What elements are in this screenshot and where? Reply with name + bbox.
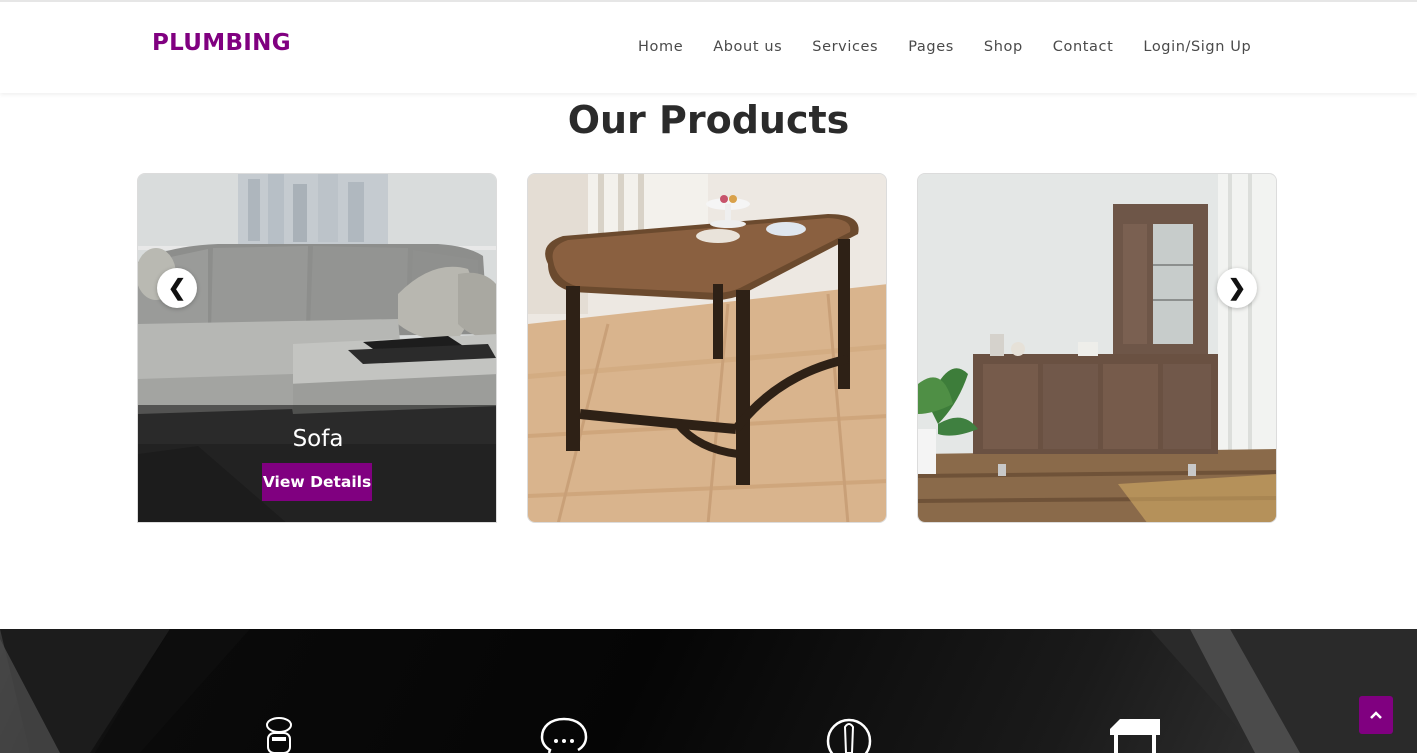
scroll-to-top-button[interactable] — [1359, 696, 1393, 734]
nav-services[interactable]: Services — [812, 39, 878, 55]
toilet-icon — [266, 717, 292, 753]
carousel-prev-button[interactable]: ❮ — [157, 268, 197, 308]
site-logo[interactable]: PLUMBING — [152, 30, 291, 56]
main-nav: Home About us Services Pages Shop Contac… — [638, 39, 1251, 55]
table-image — [528, 174, 886, 522]
nav-contact[interactable]: Contact — [1053, 39, 1114, 55]
view-details-button[interactable]: View Details — [262, 463, 372, 501]
chevron-up-icon — [1370, 711, 1382, 719]
carousel-next-button[interactable]: ❯ — [1217, 268, 1257, 308]
faucet-icon — [826, 718, 872, 753]
nav-pages[interactable]: Pages — [908, 39, 954, 55]
nav-about-us[interactable]: About us — [713, 39, 782, 55]
nav-shop[interactable]: Shop — [984, 39, 1023, 55]
site-header: PLUMBING Home About us Services Pages Sh… — [0, 0, 1417, 93]
decorative-background — [0, 629, 1417, 753]
product-card-cabinet[interactable] — [917, 173, 1277, 523]
nav-home[interactable]: Home — [638, 39, 683, 55]
features-band — [0, 629, 1417, 753]
section-title: Our Products — [567, 98, 850, 142]
table-icon — [1110, 719, 1160, 753]
chat-support-icon — [540, 717, 588, 753]
product-name: Sofa — [292, 426, 344, 452]
product-card-sofa[interactable]: Sofa View Details — [137, 173, 497, 523]
product-card-table[interactable] — [527, 173, 887, 523]
cabinet-image — [918, 174, 1276, 522]
nav-login-signup[interactable]: Login/Sign Up — [1143, 39, 1251, 55]
